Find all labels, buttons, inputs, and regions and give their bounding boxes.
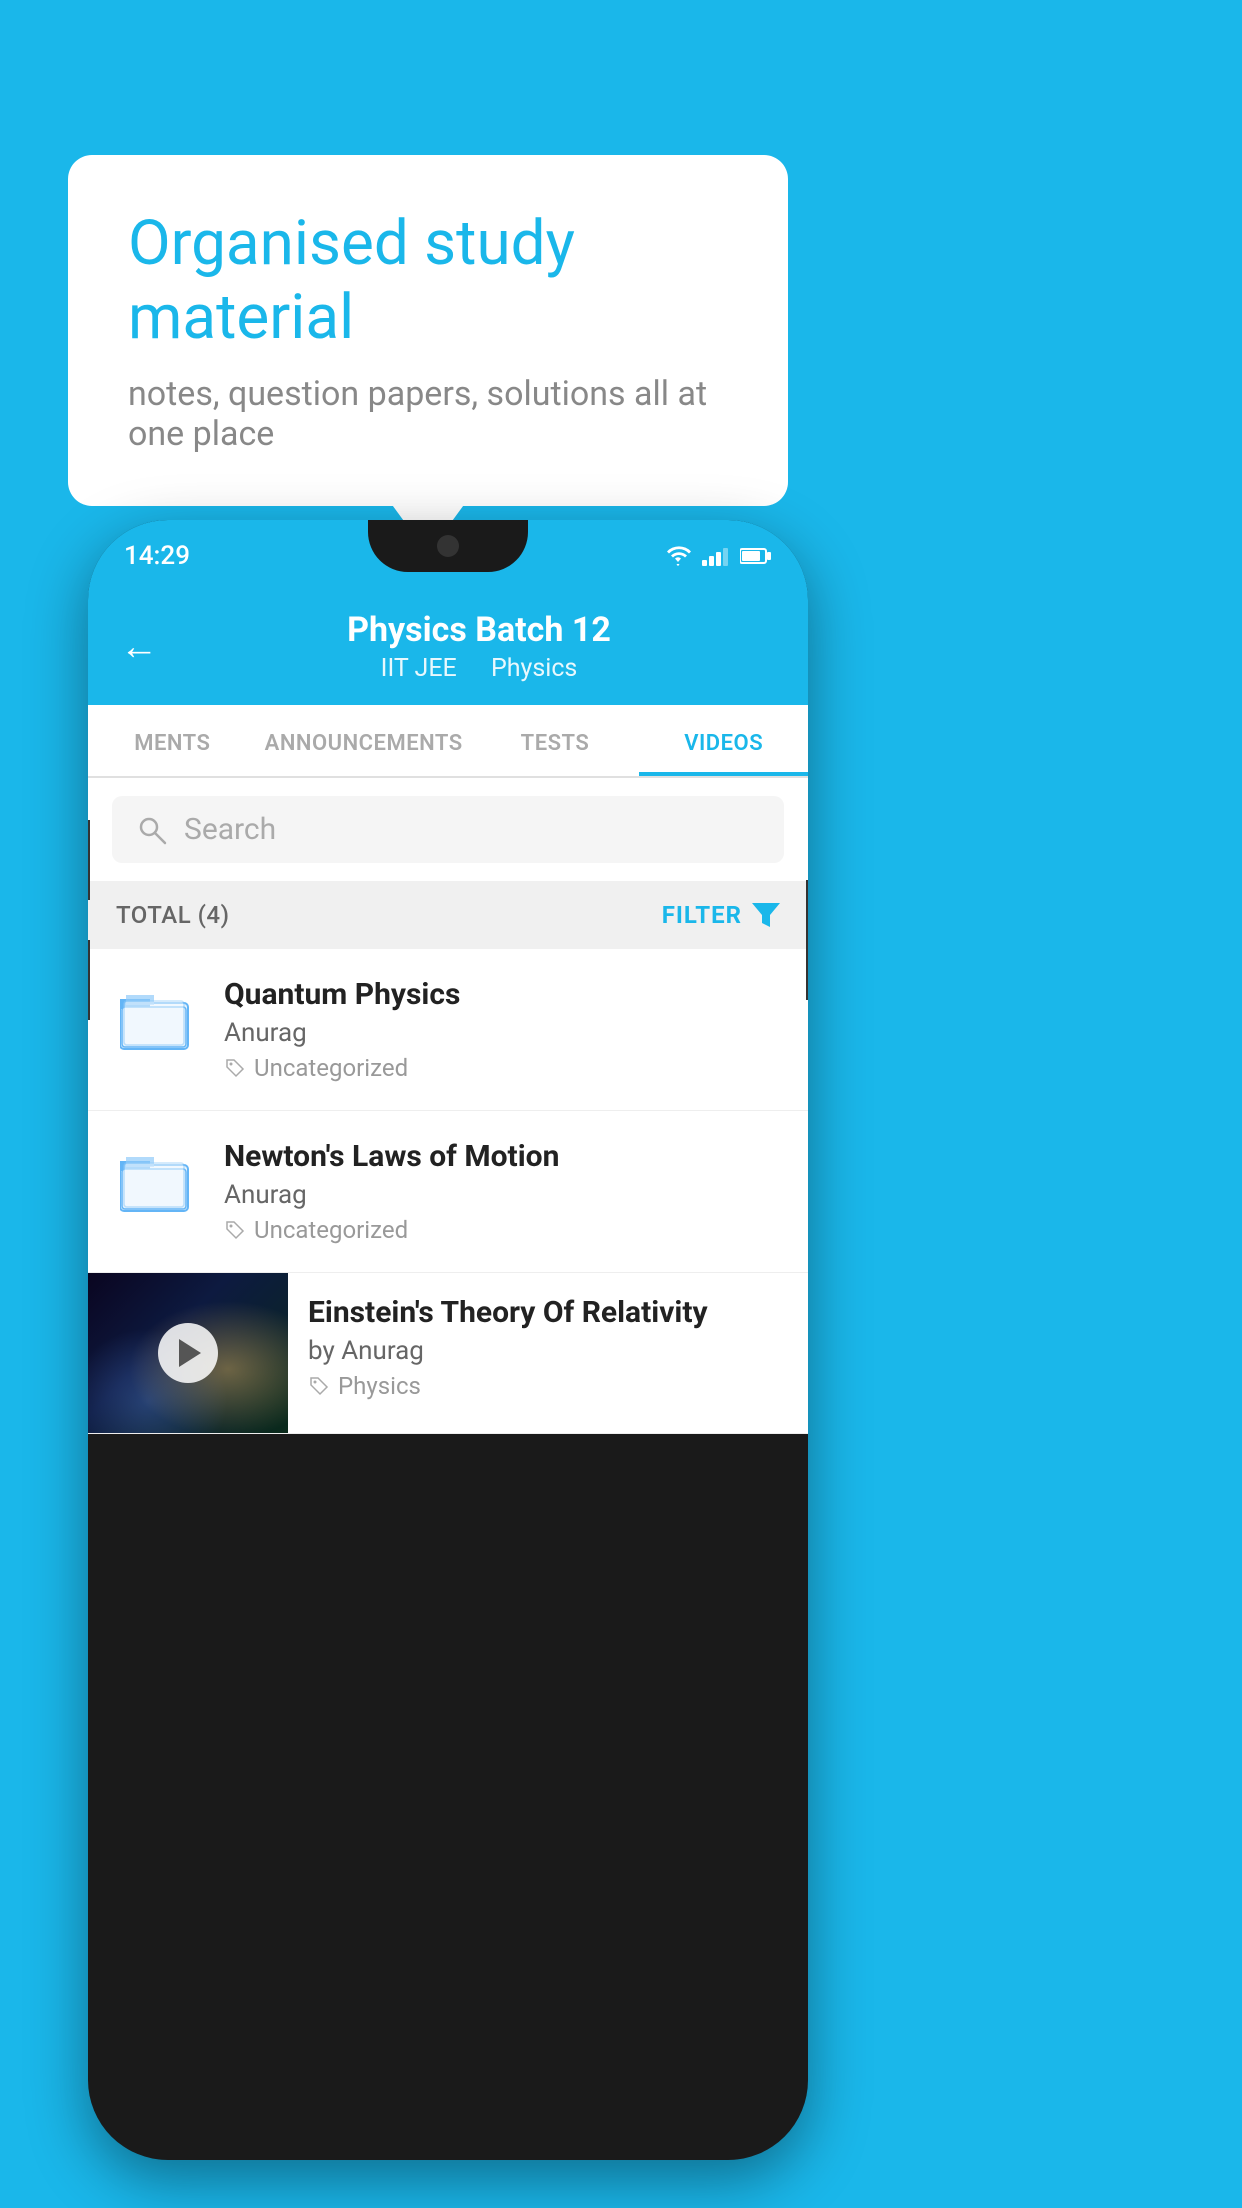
tab-tests[interactable]: TESTS (471, 705, 640, 776)
item-content: Quantum Physics Anurag Uncategorized (224, 977, 784, 1082)
item-tag: Uncategorized (224, 1054, 784, 1082)
item-title: Einstein's Theory Of Relativity (308, 1295, 788, 1330)
item-title: Quantum Physics (224, 977, 784, 1012)
tag-text: Uncategorized (254, 1216, 408, 1244)
item-tag: Physics (308, 1372, 788, 1400)
signal-icon (702, 546, 730, 566)
search-icon (136, 814, 168, 846)
tabs-bar: MENTS ANNOUNCEMENTS TESTS VIDEOS (88, 705, 808, 778)
status-icons (664, 546, 772, 566)
battery-icon (740, 547, 772, 565)
speech-bubble-container: Organised study material notes, question… (68, 155, 788, 506)
folder-icon (120, 1151, 192, 1215)
video-thumbnail (88, 1273, 288, 1433)
wifi-icon (664, 546, 692, 566)
list-item[interactable]: Quantum Physics Anurag Uncategorized (88, 949, 808, 1111)
item-icon (112, 1139, 200, 1227)
item-tag: Uncategorized (224, 1216, 784, 1244)
item-content: Newton's Laws of Motion Anurag Uncategor… (224, 1139, 784, 1244)
search-box[interactable]: Search (112, 796, 784, 863)
back-button[interactable]: ← (120, 625, 158, 669)
tab-ments[interactable]: MENTS (88, 705, 257, 776)
header-title-group: Physics Batch 12 IIT JEE Physics (182, 610, 776, 683)
status-bar: 14:29 (88, 520, 808, 592)
item-icon (112, 977, 200, 1065)
item-author: by Anurag (308, 1336, 788, 1366)
tab-videos[interactable]: VIDEOS (639, 705, 808, 776)
notch (368, 520, 528, 572)
filter-row: TOTAL (4) FILTER (88, 881, 808, 949)
play-icon (179, 1339, 201, 1367)
header-title: Physics Batch 12 (182, 610, 776, 650)
search-container: Search (88, 778, 808, 881)
item-content: Einstein's Theory Of Relativity by Anura… (288, 1273, 808, 1422)
speech-bubble: Organised study material notes, question… (68, 155, 788, 506)
volume-down-button (88, 940, 90, 1020)
bubble-subtitle: notes, question papers, solutions all at… (128, 374, 728, 454)
phone-frame: 14:29 ← Physics Batch 12 (88, 520, 808, 2160)
item-author: Anurag (224, 1180, 784, 1210)
item-title: Newton's Laws of Motion (224, 1139, 784, 1174)
filter-label: FILTER (662, 901, 742, 929)
filter-icon (752, 901, 780, 929)
content-list: Quantum Physics Anurag Uncategorized (88, 949, 808, 1434)
tag-icon (308, 1375, 330, 1397)
power-button (806, 880, 808, 1000)
tag-text: Uncategorized (254, 1054, 408, 1082)
search-input[interactable]: Search (184, 812, 276, 847)
list-item-video[interactable]: Einstein's Theory Of Relativity by Anura… (88, 1273, 808, 1434)
bubble-title: Organised study material (128, 207, 728, 356)
subtitle-part1: IIT JEE (381, 654, 457, 683)
item-author: Anurag (224, 1018, 784, 1048)
subtitle-part2: Physics (491, 654, 577, 683)
list-item[interactable]: Newton's Laws of Motion Anurag Uncategor… (88, 1111, 808, 1273)
volume-up-button (88, 820, 90, 900)
tag-text: Physics (338, 1372, 421, 1400)
tag-icon (224, 1057, 246, 1079)
app-header: ← Physics Batch 12 IIT JEE Physics (88, 592, 808, 705)
play-button[interactable] (158, 1323, 218, 1383)
total-count: TOTAL (4) (116, 901, 229, 929)
header-subtitle: IIT JEE Physics (182, 654, 776, 683)
filter-button[interactable]: FILTER (662, 901, 780, 929)
tab-announcements[interactable]: ANNOUNCEMENTS (257, 705, 471, 776)
tag-icon (224, 1219, 246, 1241)
status-time: 14:29 (124, 541, 190, 571)
folder-icon (120, 989, 192, 1053)
camera (437, 535, 459, 557)
